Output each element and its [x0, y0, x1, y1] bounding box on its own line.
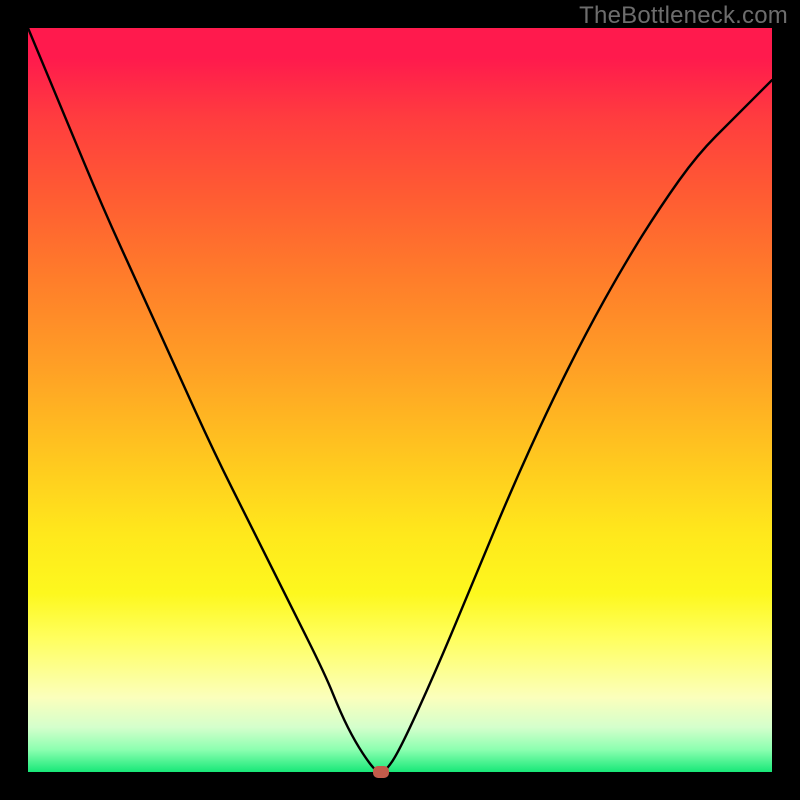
curve-path [28, 28, 772, 772]
optimum-marker [373, 766, 389, 778]
plot-area [28, 28, 772, 772]
chart-frame: TheBottleneck.com [0, 0, 800, 800]
chart-svg [28, 28, 772, 772]
watermark-text: TheBottleneck.com [579, 2, 788, 30]
